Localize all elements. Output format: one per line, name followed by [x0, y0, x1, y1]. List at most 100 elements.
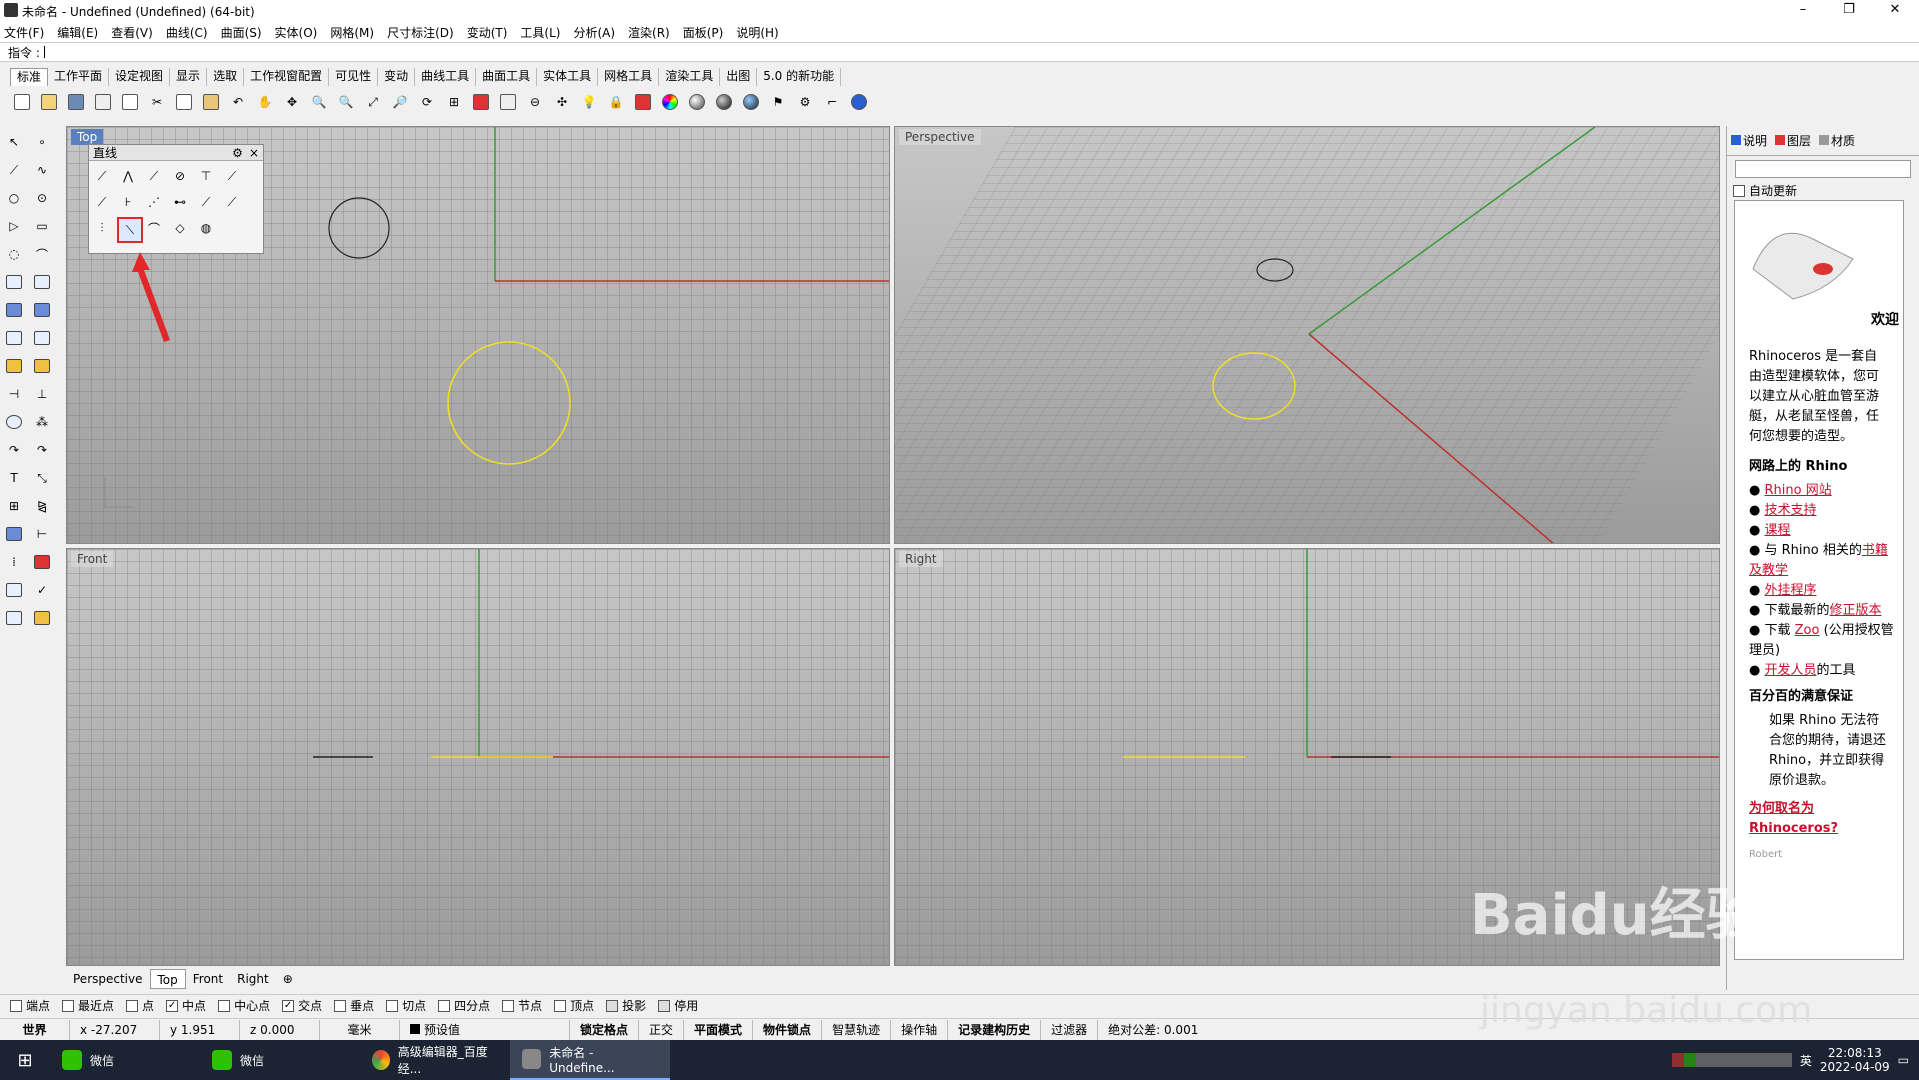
zoom-selected-icon[interactable]: 🔎 — [388, 90, 412, 114]
ime-indicator[interactable]: 英 — [1800, 1052, 1812, 1069]
checkbox[interactable] — [554, 999, 567, 1012]
tab-new-in-v5[interactable]: 5.0 的新功能 — [757, 68, 842, 86]
windows-start-icon[interactable]: ⊞ — [0, 1040, 50, 1080]
offset-icon[interactable]: ↷ — [2, 438, 26, 462]
checkbox-checked[interactable]: ✓ — [282, 999, 295, 1012]
help-search-field[interactable] — [1735, 160, 1911, 178]
tab-surface-tools[interactable]: 曲面工具 — [476, 68, 538, 86]
box-icon[interactable] — [2, 298, 26, 322]
tab-drafting[interactable]: 出图 — [720, 68, 758, 86]
menu-mesh[interactable]: 网格(M) — [330, 24, 374, 41]
line-segments-icon[interactable]: ⟋ — [143, 165, 165, 187]
mirror-icon[interactable]: ⧎ — [30, 494, 54, 518]
tab-visibility[interactable]: 可见性 — [329, 68, 379, 86]
circle-icon[interactable]: ○ — [2, 186, 26, 210]
fillet-curve-icon[interactable]: ⌒ — [30, 242, 54, 266]
close-icon[interactable]: × — [249, 146, 259, 160]
osnap-quad[interactable]: 四分点 — [438, 997, 490, 1014]
tech-support-link[interactable]: 技术支持 — [1764, 503, 1816, 518]
cut-icon[interactable]: ✂ — [145, 90, 169, 114]
pan-hand-icon[interactable]: ✋ — [253, 90, 277, 114]
toggle-gumball[interactable]: 操作轴 — [891, 1019, 949, 1040]
osnap-tan[interactable]: 切点 — [386, 997, 426, 1014]
tab-front[interactable]: Front — [186, 969, 230, 989]
menu-dimension[interactable]: 尺寸标注(D) — [387, 24, 454, 41]
point-icon[interactable]: ∘ — [30, 130, 54, 154]
osnap-perp[interactable]: 垂点 — [334, 997, 374, 1014]
auto-update-toggle[interactable]: 自动更新 — [1733, 182, 1913, 199]
sphere-gray-icon[interactable] — [685, 90, 709, 114]
tab-curve-tools[interactable]: 曲线工具 — [415, 68, 477, 86]
surface-icon[interactable] — [2, 270, 26, 294]
taskbar-wechat-2[interactable]: 微信 — [200, 1040, 360, 1080]
checkbox[interactable] — [386, 999, 399, 1012]
help-icon[interactable] — [847, 90, 871, 114]
undo-icon[interactable]: ↶ — [226, 90, 250, 114]
taskbar-chrome[interactable]: 高级编辑器_百度经... — [360, 1040, 510, 1080]
surface-edit-icon[interactable] — [30, 270, 54, 294]
toggle-planar[interactable]: 平面模式 — [684, 1019, 754, 1040]
viewport-label-right[interactable]: Right — [899, 551, 943, 567]
line-two-curves-icon[interactable]: ⟍ — [117, 217, 143, 243]
surface-analysis-icon[interactable] — [2, 578, 26, 602]
polyline-icon[interactable]: ⟋ — [2, 158, 26, 182]
save-icon[interactable] — [64, 90, 88, 114]
paste-icon[interactable] — [199, 90, 223, 114]
zoom-extents-icon[interactable]: ⤢ — [361, 90, 385, 114]
tab-render-tools[interactable]: 渲染工具 — [659, 68, 721, 86]
rectangle-icon[interactable]: ▭ — [30, 214, 54, 238]
tab-set-view[interactable]: 设定视图 — [109, 68, 171, 86]
tab-select[interactable]: 选取 — [207, 68, 245, 86]
tab-layers[interactable]: 图层 — [1775, 132, 1811, 149]
osnap-end[interactable]: 端点 — [10, 997, 50, 1014]
tab-viewport-layout[interactable]: 工作视窗配置 — [244, 68, 330, 86]
toggle-ortho[interactable]: 正交 — [639, 1019, 685, 1040]
tab-perspective[interactable]: Perspective — [66, 969, 150, 989]
checkbox[interactable] — [62, 999, 75, 1012]
lightbulb-icon[interactable]: 💡 — [577, 90, 601, 114]
bisector-line-icon[interactable]: ⟋ — [221, 165, 243, 187]
checkbox[interactable] — [126, 999, 139, 1012]
rotate-view-icon[interactable]: ⟳ — [415, 90, 439, 114]
menu-surface[interactable]: 曲面(S) — [221, 24, 262, 41]
polyline-icon[interactable]: ⋀ — [117, 165, 139, 187]
tab-display[interactable]: 显示 — [170, 68, 208, 86]
checkbox[interactable] — [10, 999, 22, 1012]
toggle-filter[interactable]: 过滤器 — [1041, 1019, 1099, 1040]
tab-top[interactable]: Top — [149, 969, 186, 989]
checkbox-checked[interactable]: ✓ — [166, 999, 179, 1012]
osnap-project[interactable]: 投影 — [606, 997, 646, 1014]
move-view-icon[interactable]: ✥ — [280, 90, 304, 114]
osnap-disable[interactable]: 停用 — [658, 997, 698, 1014]
polygon-icon[interactable]: ▷ — [2, 214, 26, 238]
why-rhinoceros-link[interactable]: 为何取名为 Rhinoceros? — [1749, 801, 1838, 836]
cplane-status[interactable]: 世界 — [0, 1019, 70, 1040]
clock[interactable]: 22:08:13 2022-04-09 — [1820, 1046, 1890, 1074]
render-icon[interactable] — [2, 606, 26, 630]
viewport-label-top[interactable]: Top — [71, 129, 104, 145]
tab-right[interactable]: Right — [230, 969, 276, 989]
osnap-vertex[interactable]: 顶点 — [554, 997, 594, 1014]
tab-standard[interactable]: 标准 — [10, 68, 49, 86]
tab-mesh-tools[interactable]: 网格工具 — [598, 68, 660, 86]
blend-icon[interactable]: ↷ — [30, 438, 54, 462]
tangent-line-icon[interactable]: ⊘ — [169, 165, 191, 187]
tab-cplanes[interactable]: 工作平面 — [48, 68, 110, 86]
four-viewports-icon[interactable]: ⊞ — [442, 90, 466, 114]
options-gear-icon[interactable]: ⚙ — [793, 90, 817, 114]
dimension-linear-icon[interactable]: ⊢ — [30, 522, 54, 546]
tab-solid-tools[interactable]: 实体工具 — [537, 68, 599, 86]
scale-icon[interactable]: ⤡ — [30, 466, 54, 490]
courses-link[interactable]: 课程 — [1764, 523, 1790, 538]
zoo-link[interactable]: Zoo — [1795, 623, 1820, 638]
gear-icon[interactable]: ⚙ — [232, 146, 243, 160]
solid-box-icon[interactable] — [2, 522, 26, 546]
taskbar-rhino[interactable]: 未命名 - Undefine... — [510, 1040, 670, 1080]
command-line[interactable]: 指令 : — [0, 42, 1919, 62]
menu-curve[interactable]: 曲线(C) — [166, 24, 208, 41]
color-wheel-icon[interactable] — [658, 90, 682, 114]
arc-icon[interactable]: ◌ — [2, 242, 26, 266]
copy-icon[interactable] — [172, 90, 196, 114]
osnap-near[interactable]: 最近点 — [62, 997, 114, 1014]
text-icon[interactable]: T — [2, 466, 26, 490]
